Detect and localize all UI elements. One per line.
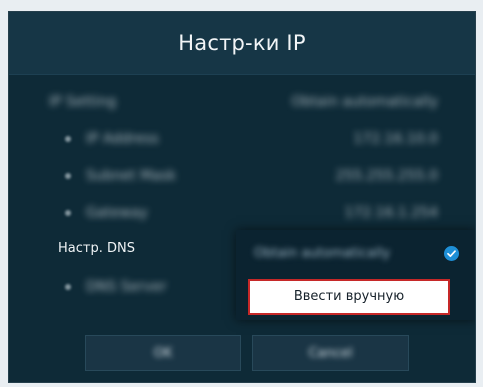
cancel-button-label: Cancel <box>308 346 353 361</box>
dns-server-label: DNS Server <box>86 279 167 295</box>
bullet-icon <box>65 284 71 290</box>
tv-screen: Настр-ки IP IP Setting Obtain automatica… <box>0 0 483 387</box>
ip-address-label: IP Address <box>86 131 159 147</box>
bullet-icon <box>65 136 71 142</box>
enter-manually-option[interactable]: Ввести вручную <box>248 279 450 315</box>
ip-setting-label: IP Setting <box>49 94 117 110</box>
dialog-title: Настр-ки IP <box>178 31 306 55</box>
ok-button-label: OK <box>153 346 173 361</box>
dns-setting-dropdown: Obtain automatically Ввести вручную <box>236 230 475 320</box>
ip-settings-dialog: Настр-ки IP IP Setting Obtain automatica… <box>8 11 476 383</box>
ip-address-row[interactable]: IP Address 172.16.10.0 <box>9 122 475 156</box>
ip-address-value: 172.16.10.0 <box>353 131 438 147</box>
gateway-label: Gateway <box>86 205 148 221</box>
ip-setting-value: Obtain automatically <box>291 94 438 110</box>
ok-button[interactable]: OK <box>85 335 241 371</box>
dialog-header: Настр-ки IP <box>9 12 475 75</box>
gateway-value: 172.16.1.254 <box>344 205 438 221</box>
subnet-mask-row[interactable]: Subnet Mask 255.255.255.0 <box>9 159 475 193</box>
ip-setting-row[interactable]: IP Setting Obtain automatically <box>9 85 475 119</box>
subnet-mask-value: 255.255.255.0 <box>335 168 438 184</box>
dns-option-automatic[interactable]: Obtain automatically <box>254 242 390 266</box>
subnet-mask-label: Subnet Mask <box>86 168 177 184</box>
gateway-row[interactable]: Gateway 172.16.1.254 <box>9 196 475 230</box>
cancel-button[interactable]: Cancel <box>252 335 409 371</box>
bullet-icon <box>65 210 71 216</box>
checkmark-icon <box>444 246 459 261</box>
bullet-icon <box>65 173 71 179</box>
dns-setting-label: Настр. DNS <box>58 241 135 256</box>
